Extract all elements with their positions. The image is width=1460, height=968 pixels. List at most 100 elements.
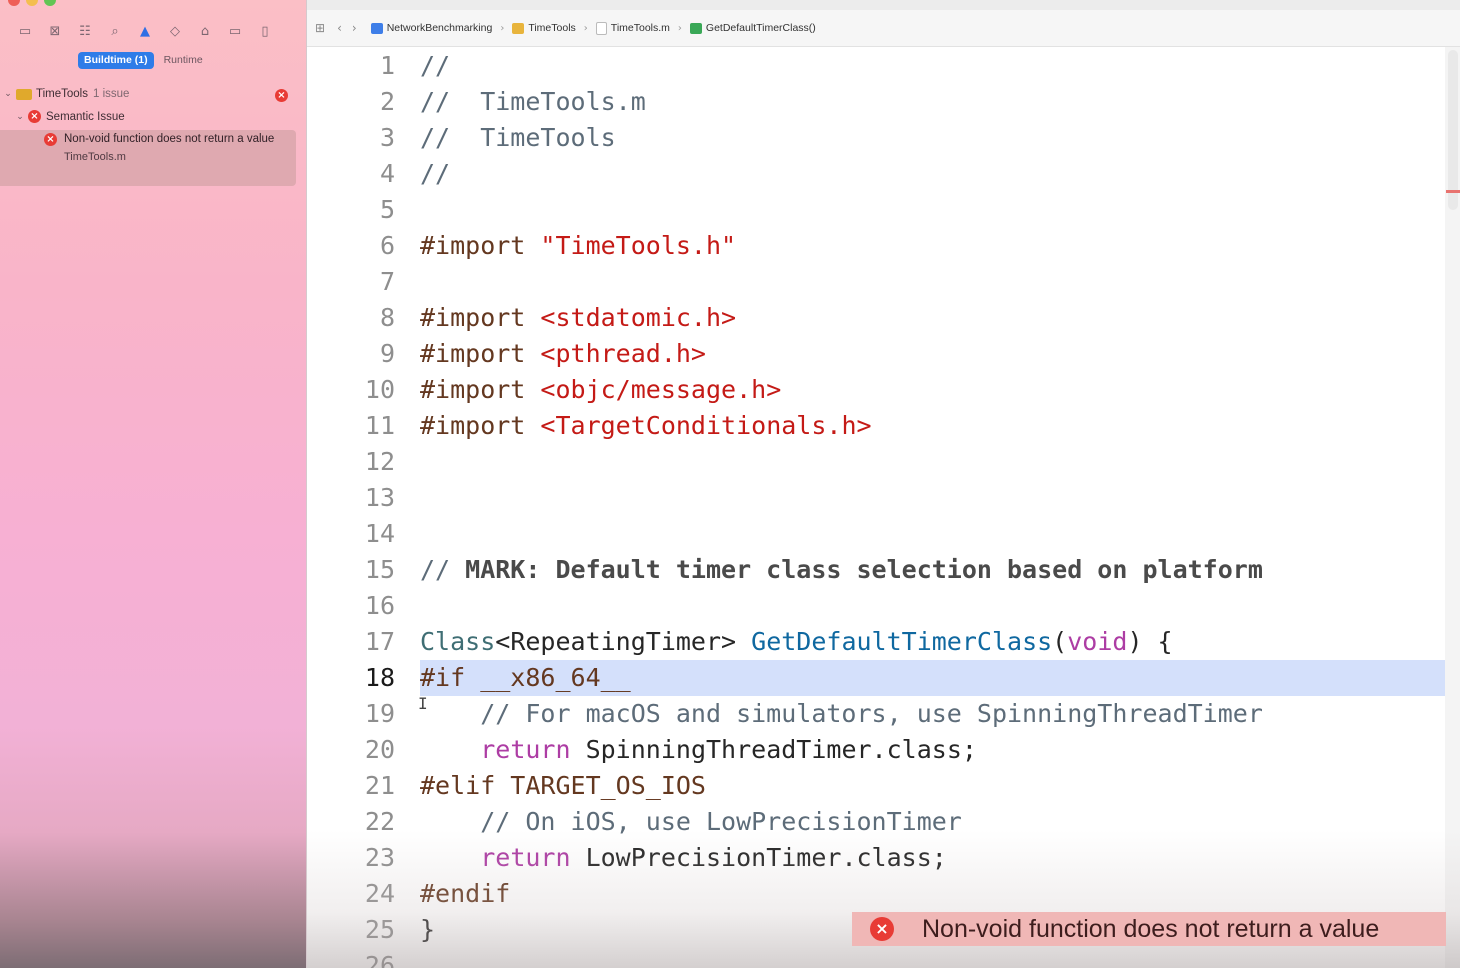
breadcrumb-project[interactable]: NetworkBenchmarking	[370, 22, 492, 34]
code-line[interactable]: 24 #endif	[307, 876, 1445, 912]
code-token: // TimeTools.m	[420, 87, 646, 116]
code-line[interactable]: 2 // TimeTools.m	[307, 84, 1445, 120]
text-cursor-icon: I	[418, 694, 428, 713]
hierarchy-icon[interactable]: ☷	[74, 24, 96, 40]
code-token: //	[420, 159, 451, 188]
project-icon	[370, 22, 383, 34]
warning-icon[interactable]: ▲	[134, 24, 156, 40]
code-text: // On iOS, use LowPrecisionTimer	[420, 804, 962, 840]
error-icon: ×	[44, 133, 57, 146]
code-text: // For macOS and simulators, use Spinnin…	[420, 696, 1263, 732]
inline-error-banner[interactable]: × Non-void function does not return a va…	[852, 912, 1446, 946]
code-text: #endif	[420, 876, 510, 912]
back-arrow-icon[interactable]: ‹	[337, 21, 342, 35]
code-line[interactable]: 5	[307, 192, 1445, 228]
code-line[interactable]: 22 // On iOS, use LowPrecisionTimer	[307, 804, 1445, 840]
code-token: ) {	[1127, 627, 1173, 656]
code-text: #import "TimeTools.h"	[420, 228, 736, 264]
error-icon: ×	[275, 89, 288, 102]
breadcrumb-label: TimeTools	[528, 22, 576, 34]
tree-row-issue[interactable]: × Non-void function does not return a va…	[44, 132, 284, 163]
tree-row-file[interactable]: ⌄ TimeTools 1 issue	[2, 88, 129, 100]
scrollbar-thumb[interactable]	[1448, 50, 1458, 210]
code-line[interactable]: 16	[307, 588, 1445, 624]
chevron-down-icon[interactable]: ⌄	[2, 89, 14, 99]
code-token: return	[480, 843, 571, 872]
search-icon[interactable]: ⌕	[104, 24, 126, 40]
code-line[interactable]: 10 #import <objc/message.h>	[307, 372, 1445, 408]
line-number: 11	[364, 411, 395, 440]
breadcrumb-function[interactable]: GetDefaultTimerClass()	[689, 22, 816, 34]
code-line[interactable]: 13	[307, 480, 1445, 516]
group-label: Semantic Issue	[46, 110, 125, 123]
report-icon[interactable]: ▯	[254, 24, 276, 40]
code-line[interactable]: 21 #elif TARGET_OS_IOS	[307, 768, 1445, 804]
error-icon: ×	[870, 917, 894, 941]
folder-icon[interactable]: ▭	[14, 24, 36, 40]
code-token: //	[420, 51, 451, 80]
code-line[interactable]: 19 // For macOS and simulators, use Spin…	[307, 696, 1445, 732]
zoom-window-button[interactable]	[44, 0, 56, 6]
code-token: // On iOS, use LowPrecisionTimer	[420, 807, 962, 836]
code-line[interactable]: 14	[307, 516, 1445, 552]
code-text: //	[420, 48, 450, 84]
tab-buildtime[interactable]: Buildtime (1)	[78, 52, 154, 69]
code-line[interactable]: 11 #import <TargetConditionals.h>	[307, 408, 1445, 444]
code-token: Class	[420, 627, 496, 656]
navigator-sidebar: ▭ ⊠ ☷ ⌕ ▲ ◇ ⌂ ▭ ▯ Buildtime (1) Runtime …	[0, 0, 306, 968]
line-number: 23	[364, 843, 395, 872]
code-text: // MARK: Default timer class selection b…	[420, 552, 1263, 588]
forward-arrow-icon[interactable]: ›	[352, 21, 357, 35]
chevron-down-icon[interactable]: ⌄	[14, 112, 26, 122]
code-line[interactable]: 12	[307, 444, 1445, 480]
issue-file: TimeTools.m	[64, 151, 126, 163]
line-number: 10	[364, 375, 395, 404]
tag-icon[interactable]: ⌂	[194, 24, 216, 40]
code-text: return LowPrecisionTimer.class;	[420, 840, 947, 876]
code-line[interactable]: 18 #if __x86_64__	[307, 660, 1445, 696]
line-number: 12	[364, 447, 395, 476]
code-line[interactable]: 26	[307, 948, 1445, 968]
code-line[interactable]: 15 // MARK: Default timer class selection…	[307, 552, 1445, 588]
line-number: 18	[364, 663, 395, 692]
code-line[interactable]: 1 //	[307, 48, 1445, 84]
close-window-button[interactable]	[8, 0, 20, 6]
minimize-window-button[interactable]	[26, 0, 38, 6]
diamond-icon[interactable]: ◇	[164, 24, 186, 40]
code-line[interactable]: 8 #import <stdatomic.h>	[307, 300, 1445, 336]
line-number: 13	[364, 483, 395, 512]
error-icon: ×	[28, 110, 41, 123]
jump-bar: ⊞ ‹ › NetworkBenchmarking › TimeTools › …	[307, 10, 1460, 47]
code-line[interactable]: 9 #import <pthread.h>	[307, 336, 1445, 372]
chevron-right-icon: ›	[500, 22, 505, 34]
chevron-right-icon: ›	[677, 22, 682, 34]
code-line[interactable]: 3 // TimeTools	[307, 120, 1445, 156]
code-text: // TimeTools	[420, 120, 616, 156]
code-token: <stdatomic.h>	[540, 303, 737, 332]
code-token: }	[420, 915, 436, 944]
line-number: 3	[379, 123, 395, 152]
breadcrumb: NetworkBenchmarking › TimeTools › TimeTo…	[370, 21, 816, 35]
label-icon[interactable]: ▭	[224, 24, 246, 40]
code-line[interactable]: 6 #import "TimeTools.h"	[307, 228, 1445, 264]
tree-row-group[interactable]: ⌄ × Semantic Issue	[14, 110, 125, 123]
line-number: 4	[379, 159, 395, 188]
file-issue-count: 1 issue	[92, 88, 130, 100]
x-square-icon[interactable]: ⊠	[44, 24, 66, 40]
code-line[interactable]: 20 return SpinningThreadTimer.class;	[307, 732, 1445, 768]
code-text: }	[420, 912, 435, 948]
code-token: <objc/message.h>	[540, 375, 782, 404]
code-line[interactable]: 7	[307, 264, 1445, 300]
code-line[interactable]: 23 return LowPrecisionTimer.class;	[307, 840, 1445, 876]
grid-icon[interactable]: ⊞	[315, 21, 325, 35]
line-number: 24	[364, 879, 395, 908]
source-editor[interactable]: 1 // 2 // TimeTools.m 3 // TimeTools 4 // 5 6 #imp…	[307, 47, 1445, 968]
tab-runtime[interactable]: Runtime	[164, 54, 203, 67]
code-line[interactable]: 17 Class<RepeatingTimer> GetDefaultTimerC…	[307, 624, 1445, 660]
code-token: "TimeTools.h"	[540, 231, 737, 260]
breadcrumb-file[interactable]: TimeTools.m	[595, 21, 670, 35]
code-line[interactable]: 4 //	[307, 156, 1445, 192]
breadcrumb-label: GetDefaultTimerClass()	[705, 22, 816, 34]
breadcrumb-folder[interactable]: TimeTools	[512, 22, 576, 34]
